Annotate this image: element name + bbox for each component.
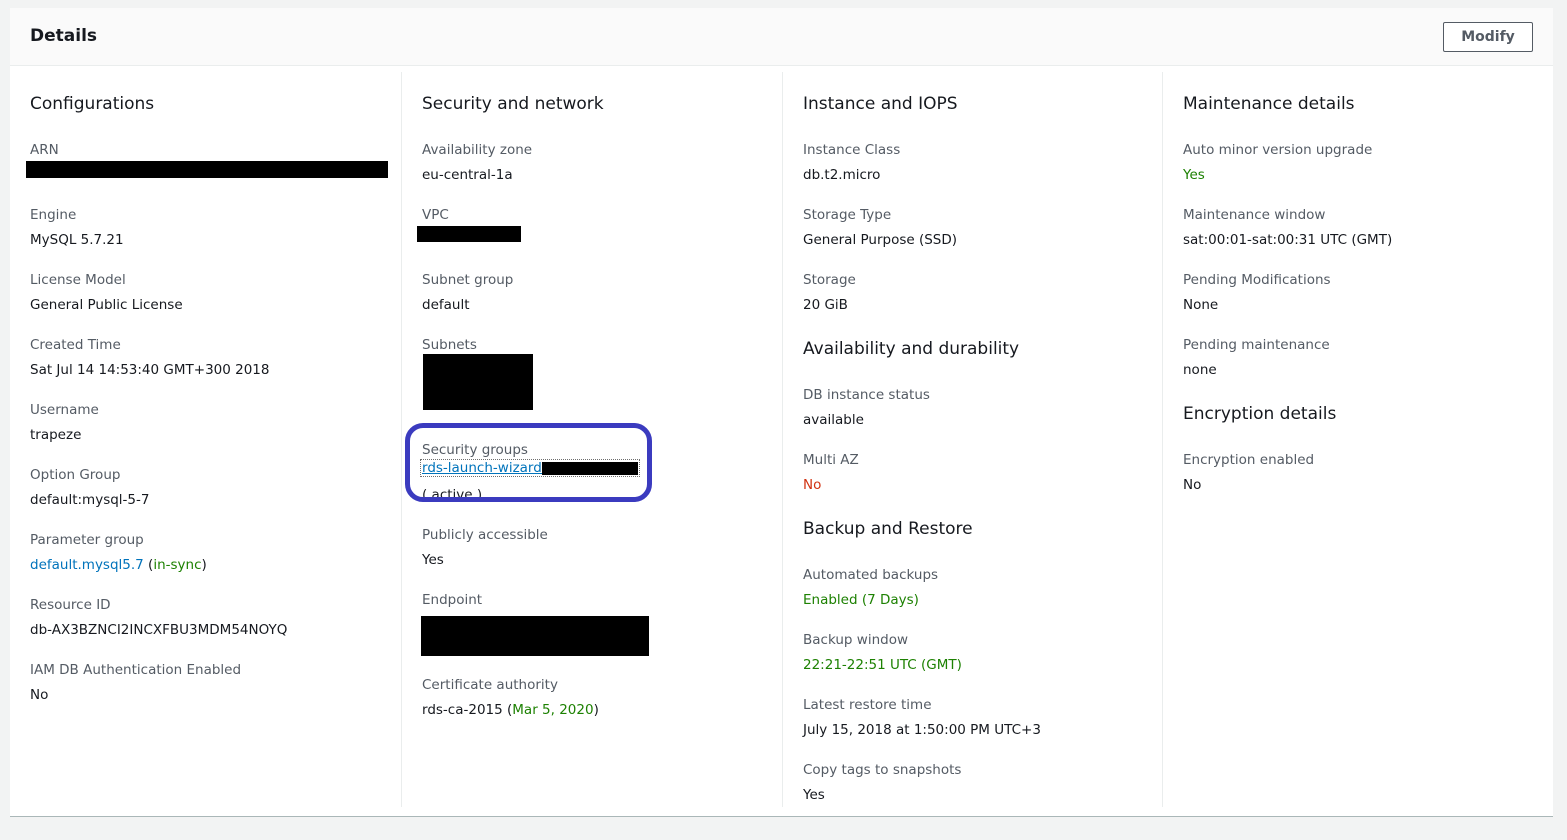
arn-label: ARN [30, 142, 59, 158]
vpc-redacted [417, 226, 521, 242]
multi-az-value: No [803, 477, 822, 493]
username-label: Username [30, 402, 99, 418]
ca-name: rds-ca-2015 [422, 702, 503, 718]
parameter-group-status: in-sync [153, 557, 202, 573]
security-title: Security and network [422, 94, 604, 114]
az-value: eu-central-1a [422, 167, 513, 183]
subnet-group-label: Subnet group [422, 272, 514, 288]
storage-value: 20 GiB [803, 297, 848, 313]
backup-window-value: 22:21-22:51 UTC (GMT) [803, 657, 962, 673]
public-label: Publicly accessible [422, 527, 548, 543]
ca-label: Certificate authority [422, 677, 558, 693]
multi-az-label: Multi AZ [803, 452, 859, 468]
option-group-value: default:mysql-5-7 [30, 492, 150, 508]
maintenance-column: Maintenance details Auto minor version u… [1163, 72, 1543, 807]
subnets-redacted [423, 354, 533, 410]
resource-id-value: db-AX3BZNCI2INCXFBU3MDM54NOYQ [30, 622, 288, 638]
iam-value: No [30, 687, 49, 703]
security-group-status: ( active ) [422, 487, 483, 503]
auto-minor-value: Yes [1183, 167, 1205, 183]
license-label: License Model [30, 272, 126, 288]
ca-value: rds-ca-2015 (Mar 5, 2020) [422, 702, 599, 718]
instance-column: Instance and IOPS Instance Class db.t2.m… [783, 72, 1163, 807]
db-status-value: available [803, 412, 864, 428]
details-panel: Details Modify Configurations ARN Engine… [10, 8, 1553, 817]
restore-time-value: July 15, 2018 at 1:50:00 PM UTC+3 [803, 722, 1041, 738]
resource-id-label: Resource ID [30, 597, 111, 613]
storage-type-label: Storage Type [803, 207, 892, 223]
auto-backups-label: Automated backups [803, 567, 939, 583]
engine-label: Engine [30, 207, 77, 223]
maintenance-title: Maintenance details [1183, 94, 1355, 114]
configurations-title: Configurations [30, 94, 155, 114]
subnets-label: Subnets [422, 337, 477, 353]
copy-tags-value: Yes [803, 787, 825, 803]
db-status-label: DB instance status [803, 387, 930, 403]
parameter-group-link[interactable]: default.mysql5.7 [30, 557, 144, 573]
endpoint-label: Endpoint [422, 592, 483, 608]
security-column: Security and network Availability zone e… [402, 72, 783, 807]
configurations-column: Configurations ARN Engine MySQL 5.7.21 L… [10, 72, 402, 807]
arn-redacted [26, 161, 388, 178]
pending-mod-value: None [1183, 297, 1219, 313]
engine-value: MySQL 5.7.21 [30, 232, 124, 248]
public-value: Yes [422, 552, 444, 568]
security-groups-label: Security groups [422, 442, 528, 458]
pending-maint-value: none [1183, 362, 1217, 378]
az-label: Availability zone [422, 142, 533, 158]
maintenance-window-label: Maintenance window [1183, 207, 1326, 223]
maintenance-window-value: sat:00:01-sat:00:31 UTC (GMT) [1183, 232, 1393, 248]
modify-button[interactable]: Modify [1443, 22, 1533, 52]
iam-label: IAM DB Authentication Enabled [30, 662, 242, 678]
panel-header: Details Modify [10, 8, 1553, 66]
storage-type-value: General Purpose (SSD) [803, 232, 958, 248]
endpoint-redacted [421, 616, 649, 656]
instance-class-label: Instance Class [803, 142, 901, 158]
username-value: trapeze [30, 427, 82, 443]
backup-title: Backup and Restore [803, 519, 973, 539]
auto-minor-label: Auto minor version upgrade [1183, 142, 1373, 158]
parameter-group-value: default.mysql5.7 (in-sync) [30, 557, 207, 573]
pending-mod-label: Pending Modifications [1183, 272, 1331, 288]
security-group-redacted [542, 462, 638, 475]
storage-label: Storage [803, 272, 856, 288]
panel-title: Details [30, 26, 98, 46]
encryption-value: No [1183, 477, 1202, 493]
created-label: Created Time [30, 337, 121, 353]
parameter-group-label: Parameter group [30, 532, 144, 548]
encryption-title: Encryption details [1183, 404, 1337, 424]
copy-tags-label: Copy tags to snapshots [803, 762, 962, 778]
auto-backups-value: Enabled (7 Days) [803, 592, 919, 608]
license-value: General Public License [30, 297, 183, 313]
encryption-label: Encryption enabled [1183, 452, 1315, 468]
security-group-link[interactable]: rds-launch-wizard- [422, 460, 547, 476]
availability-title: Availability and durability [803, 339, 1020, 359]
pending-maint-label: Pending maintenance [1183, 337, 1330, 353]
vpc-label: VPC [422, 207, 449, 223]
security-group-link-box[interactable]: rds-launch-wizard- [420, 459, 640, 477]
backup-window-label: Backup window [803, 632, 908, 648]
created-value: Sat Jul 14 14:53:40 GMT+300 2018 [30, 362, 270, 378]
option-group-label: Option Group [30, 467, 121, 483]
instance-title: Instance and IOPS [803, 94, 958, 114]
restore-time-label: Latest restore time [803, 697, 932, 713]
ca-date: Mar 5, 2020 [512, 702, 594, 718]
subnet-group-value: default [422, 297, 470, 313]
instance-class-value: db.t2.micro [803, 167, 881, 183]
